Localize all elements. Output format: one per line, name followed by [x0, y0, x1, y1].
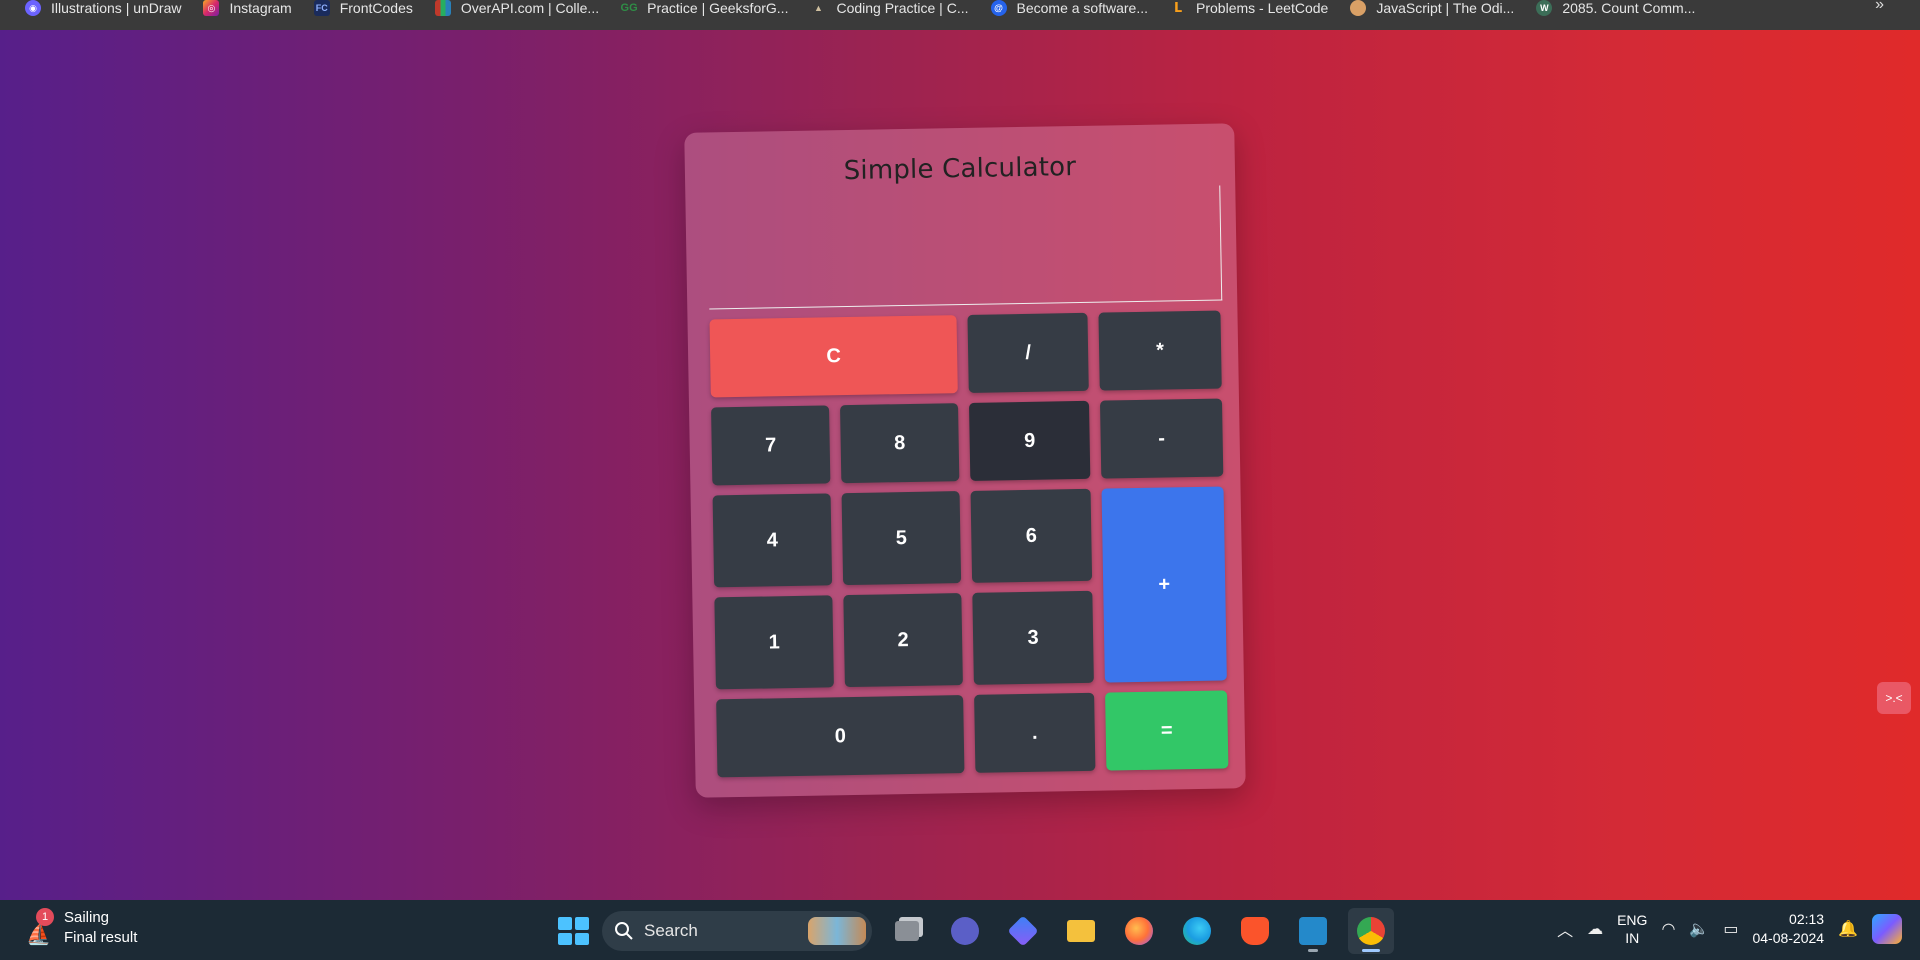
taskbar: ⛵ 1 Sailing Final result Search ︿ ☁ ENG … [0, 900, 1920, 960]
region-code: IN [1625, 930, 1640, 946]
task-view-icon[interactable] [884, 908, 930, 954]
bookmark-label: Problems - LeetCode [1196, 0, 1329, 16]
odin-icon [1350, 0, 1367, 16]
taskbar-search[interactable]: Search [602, 911, 872, 951]
teams-chat-icon[interactable] [942, 908, 988, 954]
bookmark-undraw[interactable]: ◉ Illustrations | unDraw [14, 0, 192, 23]
onedrive-cloud-icon[interactable]: ☁ [1587, 919, 1603, 939]
search-label: Search [644, 921, 698, 940]
bookmark-odin[interactable]: JavaScript | The Odi... [1339, 0, 1525, 23]
search-icon [615, 922, 633, 940]
digit-8-button[interactable]: 8 [840, 403, 960, 484]
leetcode-w-icon: W [1536, 0, 1553, 16]
windows-start-icon[interactable] [554, 913, 590, 949]
sailing-icon: ⛵ 1 [24, 908, 54, 946]
brave-icon[interactable] [1232, 908, 1278, 954]
clock[interactable]: 02:13 04-08-2024 [1752, 910, 1824, 948]
battery-icon[interactable]: ▭ [1723, 919, 1738, 939]
clock-date: 04-08-2024 [1752, 930, 1825, 946]
plus-button[interactable]: + [1101, 486, 1227, 683]
calculator-display[interactable] [707, 185, 1223, 310]
codechef-icon: ▲ [814, 3, 823, 13]
notification-bell-icon[interactable]: 🔔 [1838, 919, 1858, 939]
clear-button[interactable]: C [709, 315, 958, 398]
bookmark-geeksforgeeks[interactable]: GG Practice | GeeksforG... [610, 0, 799, 23]
digit-5-button[interactable]: 5 [841, 491, 962, 586]
bookmark-label: Practice | GeeksforG... [647, 0, 789, 16]
bookmark-label: FrontCodes [339, 0, 413, 16]
search-highlight-image [808, 917, 866, 945]
bookmark-scaler[interactable]: @ Become a software... [980, 0, 1160, 23]
chrome-icon[interactable] [1348, 908, 1394, 954]
scaler-icon: @ [990, 0, 1007, 16]
chevron-up-icon[interactable]: ︿ [1557, 917, 1573, 941]
bookmark-label: 2085. Count Comm... [1562, 0, 1696, 16]
decimal-button[interactable]: . [974, 692, 1096, 773]
frontcodes-icon: FC [313, 0, 330, 16]
bookmark-frontcodes[interactable]: FC FrontCodes [303, 0, 424, 23]
bookmark-label: Instagram [229, 0, 292, 16]
language-code: ENG [1617, 912, 1648, 928]
digit-6-button[interactable]: 6 [970, 488, 1093, 583]
instagram-icon: ◎ [203, 0, 220, 16]
overapi-icon [434, 0, 451, 16]
digit-0-button[interactable]: 0 [716, 695, 965, 778]
edge-icon[interactable] [1174, 908, 1220, 954]
copilot-app-icon[interactable] [1000, 908, 1046, 954]
multiply-button[interactable]: * [1098, 310, 1222, 391]
weather-subtitle: Final result [64, 929, 138, 946]
equals-button[interactable]: = [1105, 690, 1229, 771]
leetcode-icon: ᒪ [1173, 0, 1183, 15]
undraw-icon: ◉ [25, 0, 41, 16]
digit-1-button[interactable]: 1 [714, 595, 834, 690]
weather-widget[interactable]: ⛵ 1 Sailing Final result [24, 908, 137, 948]
digit-4-button[interactable]: 4 [712, 493, 833, 588]
notification-badge: 1 [36, 908, 54, 926]
bookmark-label: OverAPI.com | Colle... [460, 0, 600, 16]
digit-3-button[interactable]: 3 [972, 590, 1094, 685]
minus-button[interactable]: - [1099, 398, 1224, 479]
bookmark-overapi[interactable]: OverAPI.com | Colle... [424, 0, 610, 23]
digit-7-button[interactable]: 7 [711, 405, 831, 486]
calculator-keypad: C / * 7 8 9 - 4 5 6 + 1 2 3 0 . = [709, 310, 1229, 778]
bookmark-instagram[interactable]: ◎ Instagram [192, 0, 302, 23]
vscode-icon[interactable] [1290, 908, 1336, 954]
file-explorer-icon[interactable] [1058, 908, 1104, 954]
wifi-icon[interactable]: ◠ [1661, 919, 1675, 939]
divide-button[interactable]: / [967, 312, 1089, 393]
digit-2-button[interactable]: 2 [843, 593, 963, 688]
language-indicator[interactable]: ENG IN [1617, 911, 1647, 947]
geeksforgeeks-icon: GG [620, 2, 638, 14]
bookmarks-bar: ◉ Illustrations | unDraw ◎ Instagram FC … [0, 0, 1920, 30]
bookmark-label: Illustrations | unDraw [51, 0, 182, 16]
calculator-card: Simple Calculator C / * 7 8 9 - 4 5 6 + … [684, 123, 1246, 798]
taskbar-apps: Search [554, 908, 1394, 954]
calculator-title: Simple Calculator [843, 152, 1077, 187]
bookmark-count-common[interactable]: W 2085. Count Comm... [1525, 0, 1706, 23]
bookmark-codechef[interactable]: ▲ Coding Practice | C... [799, 0, 979, 23]
digit-9-button[interactable]: 9 [968, 400, 1091, 481]
bookmark-label: Coding Practice | C... [836, 0, 969, 16]
bookmark-label: JavaScript | The Odi... [1376, 0, 1515, 16]
copilot-icon[interactable] [1872, 914, 1902, 944]
bookmark-leetcode[interactable]: ᒪ Problems - LeetCode [1159, 0, 1339, 23]
more-bookmarks-icon[interactable]: » [1875, 0, 1884, 14]
system-tray: ︿ ☁ ENG IN ◠ 🔈 ▭ 02:13 04-08-2024 🔔 [1557, 910, 1902, 948]
clock-time: 02:13 [1789, 911, 1825, 927]
volume-icon[interactable]: 🔈 [1689, 919, 1709, 939]
side-extension-widget[interactable]: >.< [1877, 682, 1911, 714]
weather-title: Sailing [64, 909, 110, 926]
bookmark-label: Become a software... [1016, 0, 1149, 16]
firefox-icon[interactable] [1116, 908, 1162, 954]
